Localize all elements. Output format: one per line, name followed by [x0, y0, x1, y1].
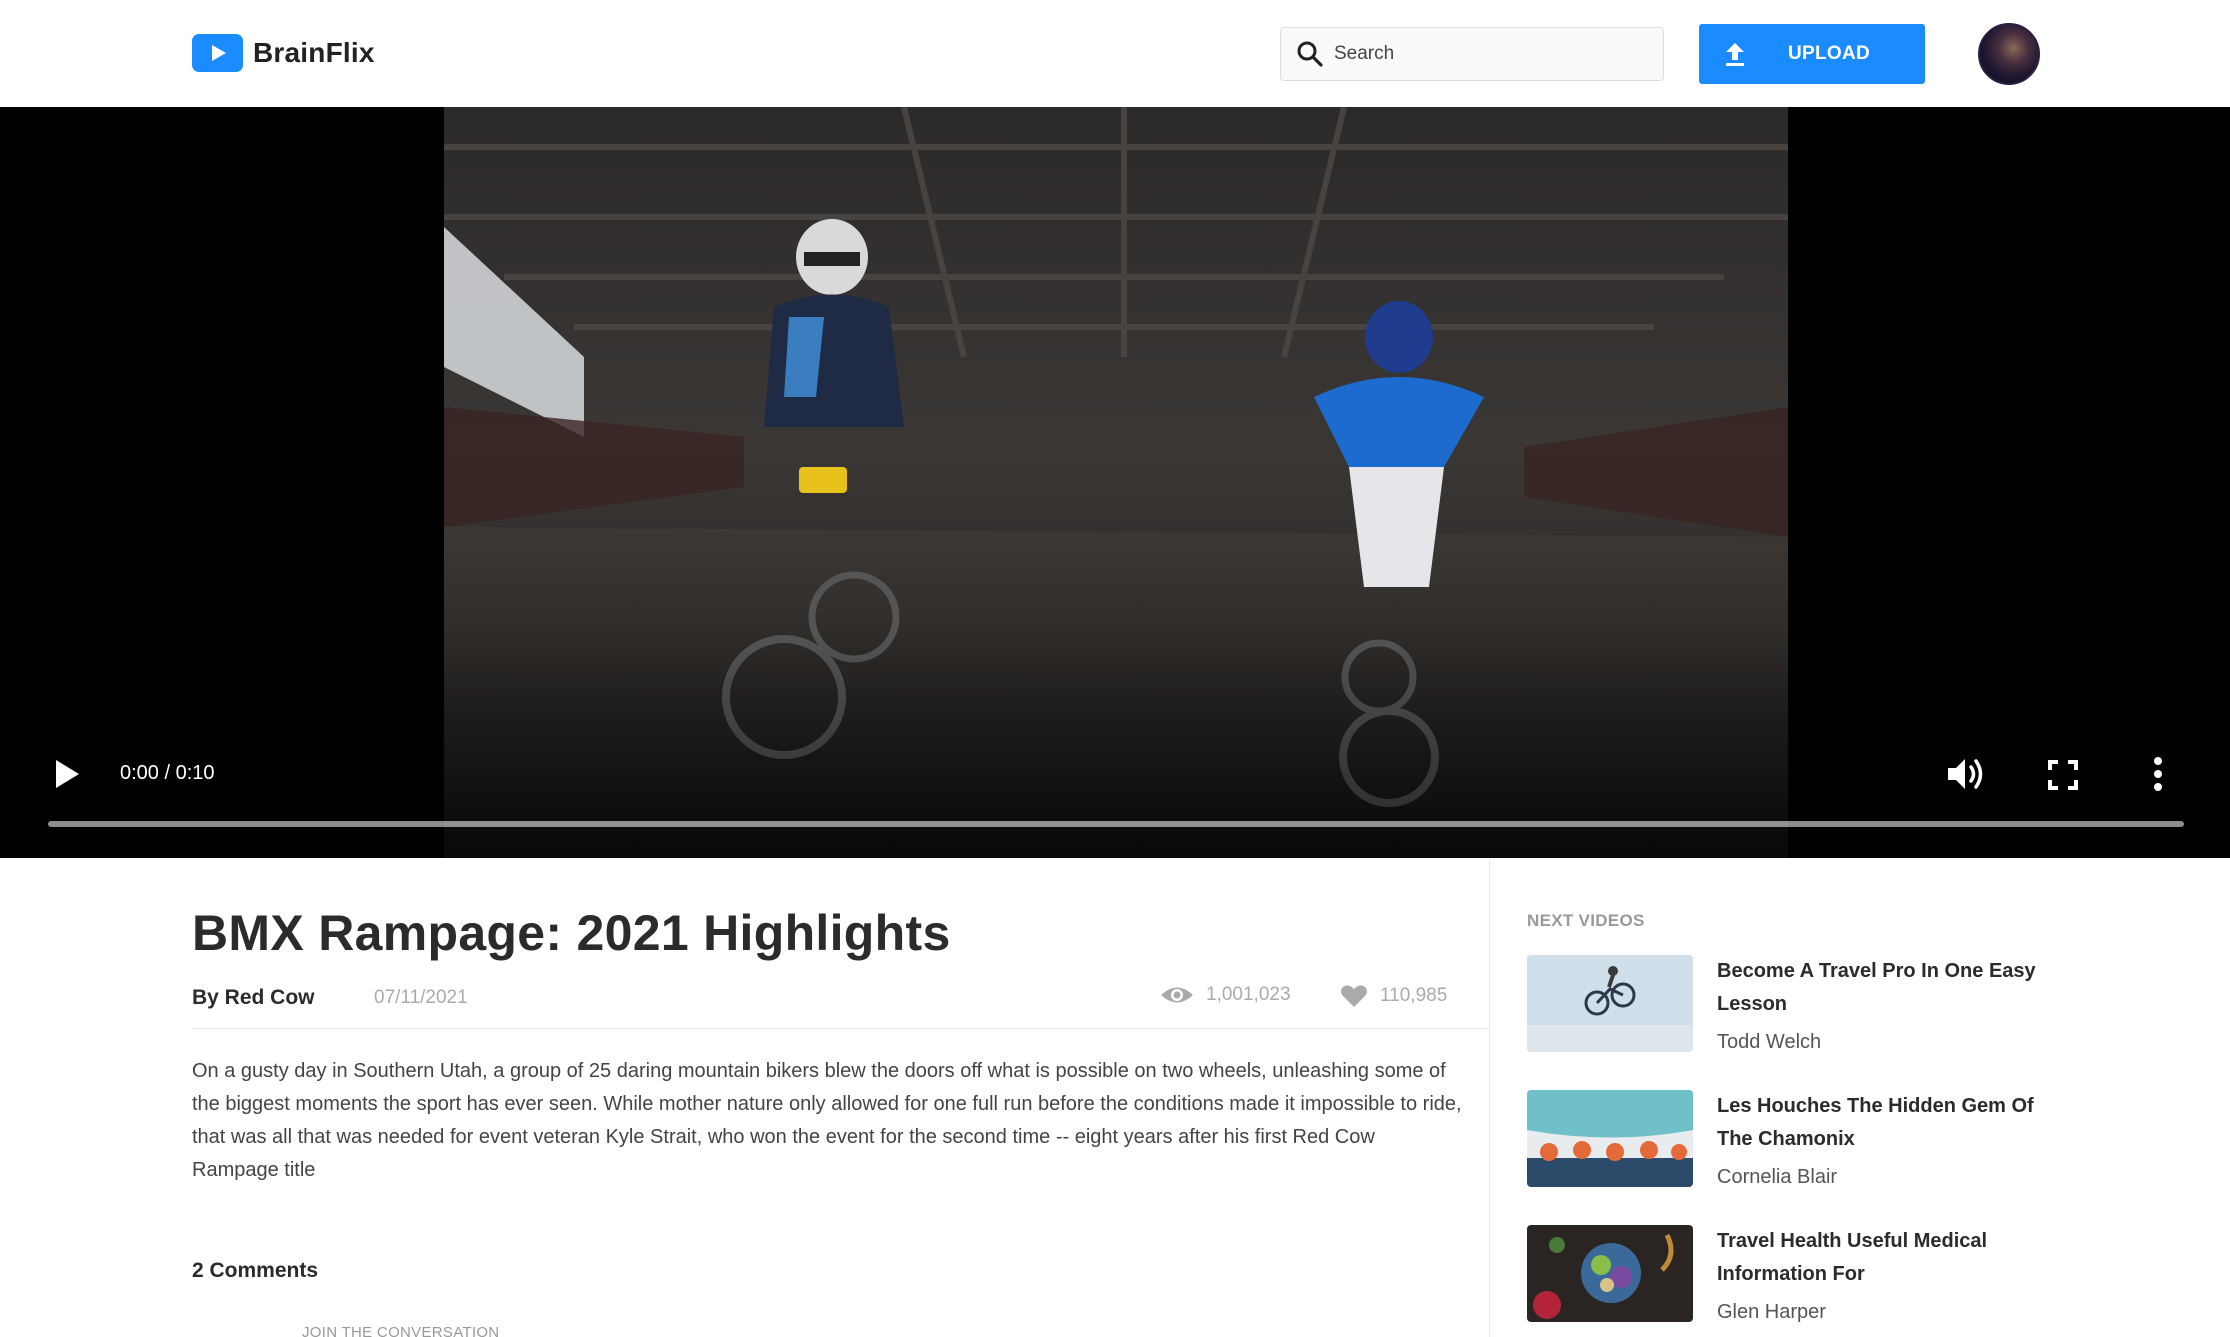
timecode: 0:00 / 0:10	[120, 762, 215, 784]
fullscreen-button[interactable]	[2047, 759, 2079, 796]
comments-count: 2 Comments	[192, 1259, 319, 1282]
next-video-author: Cornelia Blair	[1717, 1166, 1838, 1188]
upload-icon	[1726, 43, 1744, 66]
next-videos-sidebar: NEXT VIDEOS Become A Travel Pro In One E…	[1490, 858, 2230, 1337]
next-video-thumbnail[interactable]	[1527, 1225, 1693, 1322]
views-stat: 1,001,023	[1160, 984, 1291, 1006]
more-icon	[2154, 757, 2162, 791]
likes-count: 110,985	[1380, 985, 1448, 1006]
upload-button[interactable]: UPLOAD	[1699, 24, 1925, 84]
volume-button[interactable]	[1946, 755, 1988, 798]
play-button[interactable]	[52, 757, 82, 796]
next-video-title[interactable]: Become A Travel Pro In One Easy Lesson	[1717, 955, 2067, 1021]
search-icon	[1297, 41, 1323, 67]
join-conversation-label: JOIN THE CONVERSATION	[302, 1324, 500, 1337]
video-author: By Red Cow	[192, 986, 315, 1009]
search-input[interactable]	[1334, 43, 1634, 65]
user-avatar[interactable]	[1978, 23, 2040, 85]
site-header: BrainFlix UPLOAD	[0, 0, 2230, 107]
views-count: 1,001,023	[1206, 984, 1291, 1005]
search-bar[interactable]	[1280, 27, 1664, 81]
likes-icon	[1341, 985, 1367, 1007]
next-video-author: Todd Welch	[1717, 1031, 1822, 1053]
fullscreen-icon	[2048, 760, 2078, 790]
likes-stat[interactable]: 110,985	[1340, 984, 1447, 1008]
progress-bar[interactable]	[48, 821, 2184, 827]
brand-play-icon	[192, 34, 243, 72]
next-video-thumbnail[interactable]	[1527, 1090, 1693, 1187]
views-icon	[1161, 987, 1193, 1003]
video-details: BMX Rampage: 2021 Highlights By Red Cow …	[0, 858, 1490, 1337]
details-divider	[192, 1028, 1490, 1029]
video-date: 07/11/2021	[374, 987, 468, 1008]
next-video-author: Glen Harper	[1717, 1301, 1826, 1323]
next-video-title[interactable]: Les Houches The Hidden Gem Of The Chamon…	[1717, 1090, 2067, 1156]
more-options-button[interactable]	[2151, 755, 2165, 798]
next-video-thumbnail[interactable]	[1527, 955, 1693, 1052]
video-title: BMX Rampage: 2021 Highlights	[192, 905, 951, 961]
next-video-title[interactable]: Travel Health Useful Medical Information…	[1717, 1225, 2067, 1291]
video-description: On a gusty day in Southern Utah, a group…	[192, 1060, 1462, 1181]
next-video-card[interactable]: Travel Health Useful Medical Information…	[1527, 1225, 2127, 1325]
volume-icon	[1948, 759, 1983, 789]
next-videos-heading: NEXT VIDEOS	[1527, 911, 1645, 930]
brand-name: BrainFlix	[253, 37, 375, 68]
video-player[interactable]: 0:00 / 0:10	[0, 107, 2230, 858]
play-icon	[56, 760, 79, 788]
upload-label: UPLOAD	[1788, 43, 1871, 64]
next-video-card[interactable]: Become A Travel Pro In One Easy Lesson T…	[1527, 955, 2127, 1055]
next-video-card[interactable]: Les Houches The Hidden Gem Of The Chamon…	[1527, 1090, 2127, 1190]
brand-logo[interactable]: BrainFlix	[192, 34, 375, 72]
